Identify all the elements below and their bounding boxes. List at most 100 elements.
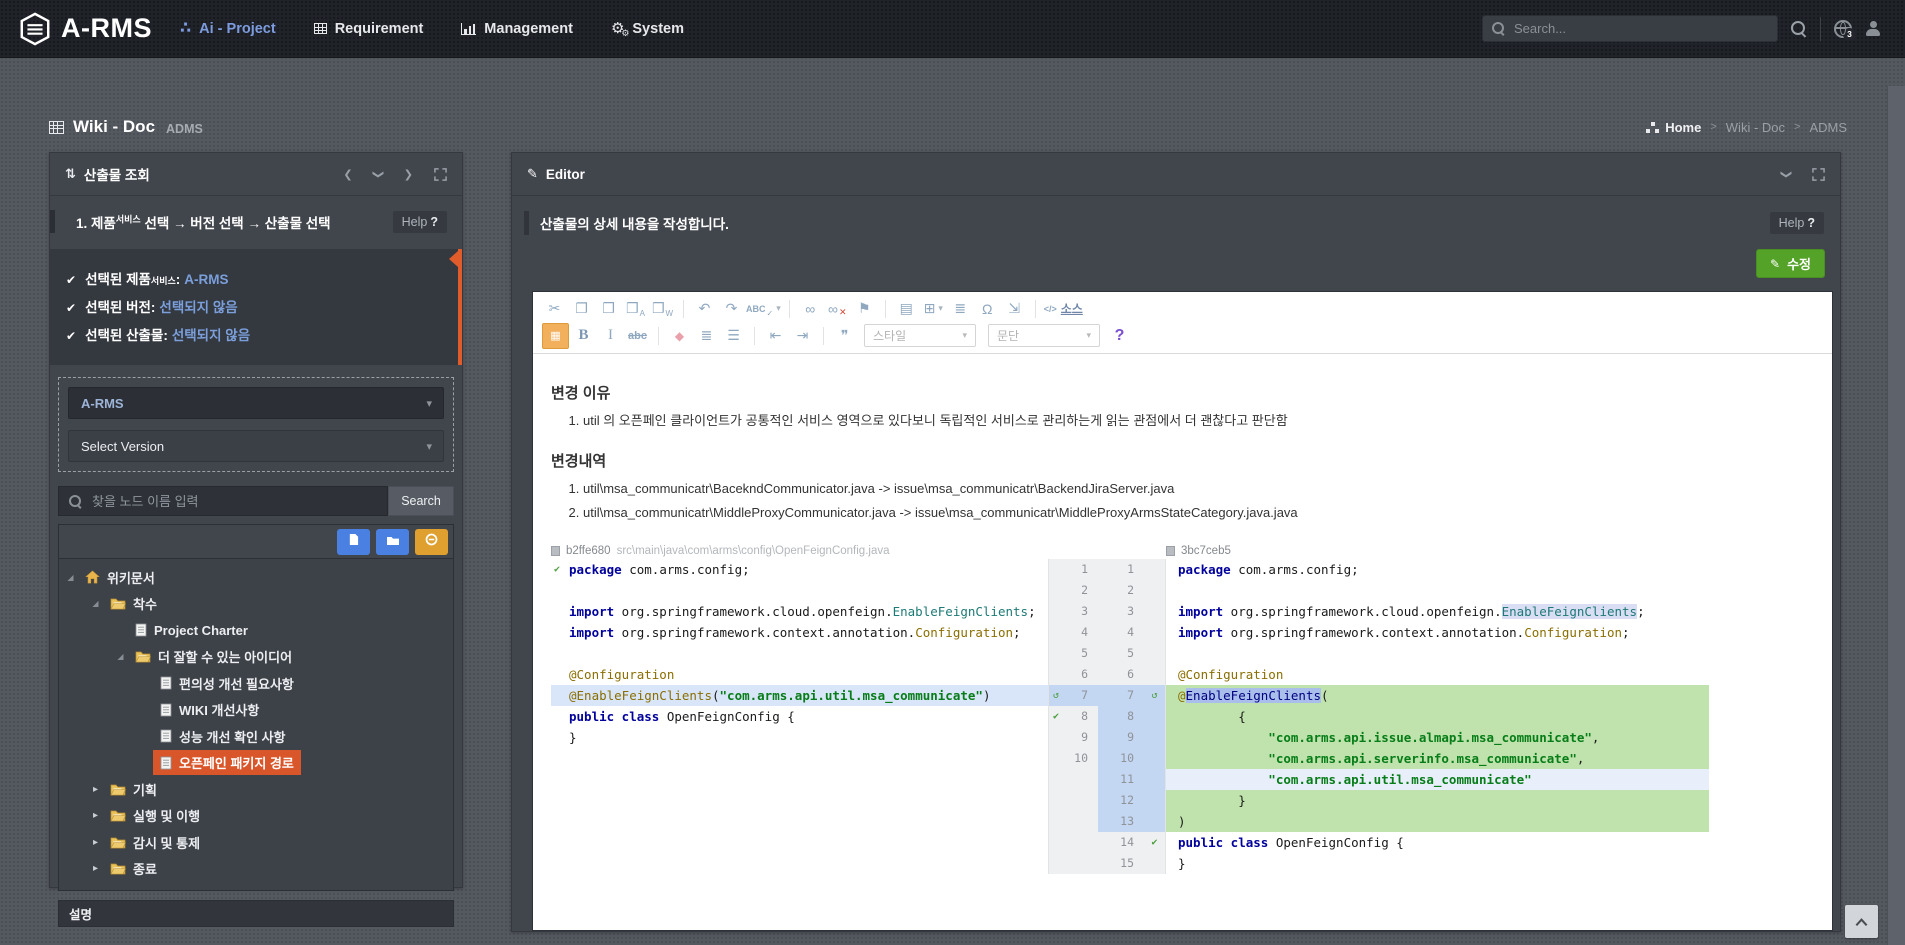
image-icon[interactable]: ▤ (894, 297, 919, 321)
tree-item-folder[interactable]: ▸기획 (59, 776, 453, 803)
bullet-list-icon[interactable]: ☰ (721, 324, 746, 348)
menu-item-ai-project[interactable]: ∴ Ai - Project (180, 21, 276, 37)
help-button[interactable]: Help? (1770, 212, 1824, 234)
doc-icon (135, 623, 147, 637)
tree-node[interactable]: WIKI 개선사항 (153, 697, 266, 722)
show-blocks-icon[interactable]: ▦ (542, 323, 569, 349)
remove-node-button[interactable] (415, 529, 448, 555)
tree-item-doc[interactable]: 오픈페인 패키지 경로 (59, 750, 453, 777)
bold-icon[interactable]: B (571, 324, 596, 348)
redo-icon[interactable]: ↷ (719, 297, 744, 321)
link-icon[interactable]: ∞ (798, 297, 823, 321)
diff-change-icon[interactable]: ✔ (1053, 706, 1059, 727)
breadcrumb-home[interactable]: Home (1646, 120, 1701, 135)
unlink-icon[interactable]: ∞✕ (825, 297, 850, 321)
spellcheck-icon[interactable]: ABC✓▾ (746, 297, 781, 321)
special-char-icon[interactable]: Ω (975, 297, 1000, 321)
version-dropdown[interactable]: Select Version ▾ (68, 430, 444, 462)
tree-node[interactable]: 오픈페인 패키지 경로 (153, 750, 301, 775)
tree-item-doc[interactable]: WIKI 개선사항 (59, 697, 453, 724)
style-select[interactable]: 스타일▾ (864, 324, 976, 347)
tree-item-home[interactable]: ◢위키문서 (59, 564, 453, 591)
tree-item-folder[interactable]: ◢더 잘할 수 있는 아이디어 (59, 644, 453, 671)
table-icon[interactable]: ⊞▾ (921, 297, 946, 321)
product-dropdown[interactable]: A-RMS ▾ (68, 387, 444, 419)
menu-item-requirement[interactable]: Requirement (314, 21, 424, 37)
node-search-input[interactable] (90, 493, 377, 510)
tree-item-folder[interactable]: ◢착수 (59, 591, 453, 618)
tree-item-doc[interactable]: Project Charter (59, 617, 453, 644)
tree-item-folder[interactable]: ▸실행 및 이행 (59, 803, 453, 830)
horizontal-rule-icon[interactable]: ≣ (948, 297, 973, 321)
expand-arrow-icon[interactable]: ▸ (88, 837, 103, 848)
expand-icon[interactable] (1812, 168, 1825, 181)
tree-node[interactable]: 위키문서 (78, 565, 162, 590)
cut-icon[interactable]: ✂ (542, 297, 567, 321)
tree-item-doc[interactable]: 성능 개선 확인 사항 (59, 723, 453, 750)
search-submit-icon[interactable] (1791, 21, 1807, 37)
tree-node[interactable]: 편의성 개선 필요사항 (153, 671, 301, 696)
remove-format-icon[interactable]: ◆ (667, 324, 692, 348)
chevron-right-icon[interactable]: ❯ (404, 168, 413, 181)
blockquote-icon[interactable]: ❞ (832, 324, 857, 348)
numbered-list-icon[interactable]: ≣ (694, 324, 719, 348)
source-icon[interactable]: </>소스 (1044, 297, 1083, 321)
global-search-input[interactable] (1512, 20, 1768, 37)
collapse-arrow-icon[interactable]: ◢ (113, 652, 128, 661)
about-icon[interactable]: ? (1107, 324, 1132, 348)
collapse-arrow-icon[interactable]: ◢ (63, 573, 78, 582)
format-select[interactable]: 문단▾ (988, 324, 1100, 347)
outdent-icon[interactable]: ⇤ (763, 324, 788, 348)
tree-node[interactable]: 착수 (103, 591, 164, 616)
chevron-down-icon[interactable]: ❯ (372, 169, 385, 178)
chevron-left-icon[interactable]: ❮ (343, 168, 352, 181)
paste-icon[interactable]: ❒ (596, 297, 621, 321)
tree-node[interactable]: 기획 (103, 777, 164, 802)
tree-item-doc[interactable]: 편의성 개선 필요사항 (59, 670, 453, 697)
breadcrumb-wiki-doc[interactable]: Wiki - Doc (1726, 120, 1785, 135)
tree-node[interactable]: 종료 (103, 856, 164, 881)
tree-node[interactable]: Project Charter (128, 620, 255, 641)
expand-icon[interactable] (434, 168, 447, 181)
menu-item-management[interactable]: Management (461, 21, 573, 37)
paste-text-icon[interactable]: ❒A (623, 297, 648, 321)
tree-node[interactable]: 감시 및 통제 (103, 830, 207, 855)
copy-icon[interactable]: ❐ (569, 297, 594, 321)
indent-icon[interactable]: ⇥ (790, 324, 815, 348)
diff-left-line: } (551, 727, 1048, 748)
node-search-button[interactable]: Search (388, 486, 454, 516)
undo-icon[interactable]: ↶ (692, 297, 717, 321)
help-button[interactable]: Help? (393, 211, 447, 233)
anchor-icon[interactable]: ⚑ (852, 297, 877, 321)
tree-node[interactable]: 실행 및 이행 (103, 803, 207, 828)
diff-change-icon[interactable]: ✔ (1144, 832, 1166, 853)
tree-item-folder[interactable]: ▸감시 및 통제 (59, 829, 453, 856)
new-doc-button[interactable] (337, 529, 370, 555)
gutter-new-line-number: 10 (1098, 748, 1144, 769)
edit-button[interactable]: ✎ 수정 (1756, 249, 1825, 278)
collapse-arrow-icon[interactable]: ◢ (88, 599, 103, 608)
gutter-old-line-number: 8✔ (1048, 706, 1098, 727)
maximize-icon[interactable]: ⇲ (1002, 297, 1027, 321)
globe-notifications-icon[interactable]: 3 (1834, 20, 1852, 38)
tree-node[interactable]: 성능 개선 확인 사항 (153, 724, 293, 749)
expand-arrow-icon[interactable]: ▸ (88, 863, 103, 874)
scroll-to-top-button[interactable] (1845, 905, 1878, 938)
page-scrollbar-track[interactable] (1887, 86, 1905, 945)
italic-icon[interactable]: I (598, 324, 623, 348)
pencil-icon: ✎ (1770, 257, 1780, 271)
expand-arrow-icon[interactable]: ▸ (88, 784, 103, 795)
paste-word-icon[interactable]: ❒W (650, 297, 675, 321)
menu-item-system[interactable]: ⚙⚙ System (611, 21, 684, 37)
diff-change-icon[interactable]: ↺ (1144, 685, 1166, 706)
tree-node[interactable]: 더 잘할 수 있는 아이디어 (128, 644, 299, 669)
breadcrumb-adms[interactable]: ADMS (1809, 120, 1847, 135)
expand-arrow-icon[interactable]: ▸ (88, 810, 103, 821)
open-folder-button[interactable] (376, 529, 409, 555)
strikethrough-icon[interactable]: abc (625, 324, 650, 348)
user-profile-icon[interactable] (1865, 21, 1881, 36)
diff-change-icon[interactable]: ↺ (1053, 685, 1059, 706)
tree-item-folder[interactable]: ▸종료 (59, 856, 453, 883)
app-logo[interactable]: A-RMS (18, 12, 152, 46)
chevron-down-icon[interactable]: ❯ (1780, 169, 1793, 178)
